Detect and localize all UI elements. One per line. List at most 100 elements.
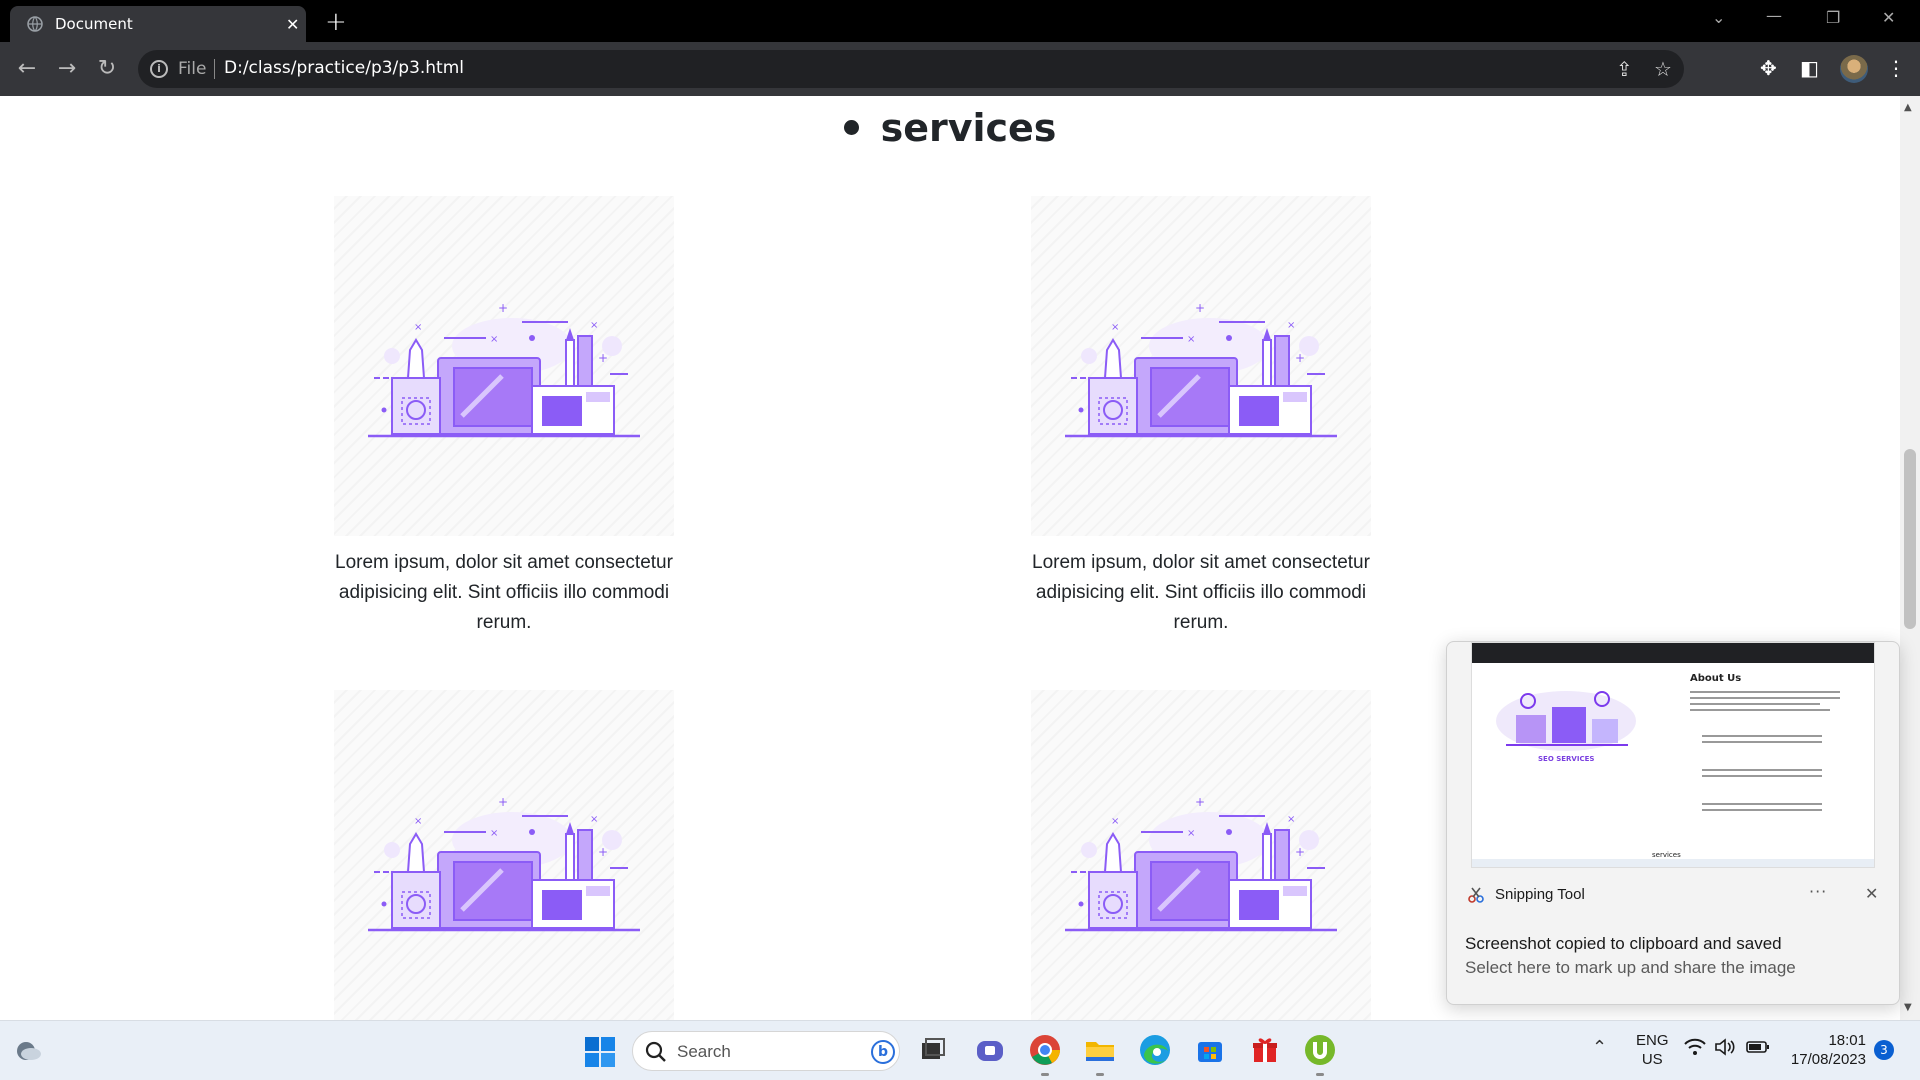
url-separator	[214, 59, 215, 79]
reload-button[interactable]: ↻	[92, 54, 122, 84]
toast-close-button[interactable]: ✕	[1865, 884, 1878, 903]
weather-icon[interactable]	[14, 1039, 42, 1063]
utorrent-icon[interactable]	[1303, 1033, 1337, 1067]
design-tools-illustration: × × × + +	[1031, 196, 1371, 536]
search-icon	[645, 1041, 666, 1062]
svg-text:×: ×	[1111, 322, 1119, 333]
browser-tab[interactable]: Document ✕	[10, 6, 306, 42]
language-secondary: US	[1641, 1051, 1663, 1068]
services-heading: services	[0, 106, 1900, 150]
service-card: × × × + +	[334, 690, 674, 1020]
toast-more-options-button[interactable]: ···	[1809, 882, 1827, 901]
preview-services-label: services	[1652, 851, 1681, 859]
design-tools-illustration: × × × + +	[1031, 690, 1371, 1020]
microsoft-store-icon[interactable]	[1193, 1033, 1227, 1067]
svg-text:+: +	[1195, 795, 1205, 809]
back-button[interactable]: ←	[12, 54, 42, 84]
new-tab-button[interactable]: +	[325, 7, 347, 37]
services-heading-text: services	[880, 106, 1057, 150]
screenshot-preview[interactable]: SEO SERVICES About Us services	[1471, 642, 1875, 868]
notification-badge[interactable]: 3	[1874, 1040, 1894, 1060]
svg-text:+: +	[498, 795, 508, 809]
toast-title: Screenshot copied to clipboard and saved	[1465, 934, 1782, 953]
svg-text:+: +	[1295, 845, 1305, 859]
input-language-indicator[interactable]: ENG US	[1636, 1031, 1669, 1069]
edge-icon[interactable]	[1138, 1033, 1172, 1067]
gift-app-icon[interactable]	[1248, 1033, 1282, 1067]
windows-start-icon[interactable]	[585, 1037, 615, 1067]
design-tools-illustration: × × × + +	[334, 690, 674, 1020]
svg-text:+: +	[598, 845, 608, 859]
svg-text:×: ×	[590, 320, 598, 331]
scroll-down-arrow-icon[interactable]: ▼	[1904, 1002, 1912, 1013]
service-card-text: Lorem ipsum, dolor sit amet consectetur …	[1032, 552, 1370, 633]
preview-browser-bar	[1472, 643, 1874, 663]
tab-close-button[interactable]: ✕	[286, 15, 299, 34]
url-scheme-label: File	[178, 59, 207, 79]
search-placeholder: Search	[677, 1042, 731, 1061]
bookmark-star-icon[interactable]: ☆	[1654, 57, 1672, 81]
svg-text:+: +	[1195, 301, 1205, 315]
battery-icon[interactable]	[1746, 1038, 1770, 1061]
toast-app-name: Snipping Tool	[1495, 886, 1585, 903]
tab-strip: Document ✕ + ⌄ — ❐ ✕	[0, 0, 1920, 42]
side-panel-icon[interactable]: ◧	[1800, 56, 1819, 80]
file-explorer-icon[interactable]	[1083, 1033, 1117, 1067]
svg-text:×: ×	[490, 334, 498, 345]
scroll-up-arrow-icon[interactable]: ▲	[1904, 102, 1912, 113]
system-clock[interactable]: 18:01 17/08/2023	[1782, 1031, 1866, 1069]
browser-toolbar: ← → ↻ i File D:/class/practice/p3/p3.htm…	[0, 42, 1920, 96]
running-indicator	[1041, 1073, 1049, 1076]
svg-text:×: ×	[1287, 814, 1295, 825]
bing-icon[interactable]: b	[871, 1040, 895, 1064]
svg-text:×: ×	[490, 828, 498, 839]
snipping-tool-notification[interactable]: SEO SERVICES About Us services Snipping …	[1446, 641, 1900, 1005]
clock-time: 18:01	[1828, 1032, 1866, 1049]
seo-illustration	[1496, 691, 1636, 751]
globe-icon	[27, 16, 43, 32]
tab-title: Document	[55, 15, 133, 33]
scrollbar-thumb[interactable]	[1904, 449, 1916, 629]
show-hidden-icons-chevron-icon[interactable]: ⌃	[1592, 1037, 1607, 1058]
svg-text:×: ×	[1111, 816, 1119, 827]
snipping-tool-icon	[1468, 887, 1484, 903]
restore-button[interactable]: ❐	[1826, 8, 1840, 27]
service-card: × × × + +	[1031, 690, 1371, 1020]
svg-text:+: +	[598, 351, 608, 365]
clock-date: 17/08/2023	[1790, 1051, 1866, 1068]
preview-seo-label: SEO SERVICES	[1538, 755, 1595, 763]
svg-text:×: ×	[414, 816, 422, 827]
tab-search-chevron-icon[interactable]: ⌄	[1712, 8, 1725, 27]
info-icon[interactable]: i	[150, 60, 168, 78]
url-text[interactable]: D:/class/practice/p3/p3.html	[224, 58, 464, 78]
profile-avatar[interactable]	[1840, 55, 1868, 83]
teams-chat-icon[interactable]	[973, 1033, 1007, 1067]
list-bullet	[843, 120, 859, 135]
toast-subtitle: Select here to mark up and share the ima…	[1465, 958, 1796, 977]
extensions-icon[interactable]: ✥	[1760, 56, 1777, 80]
page-scrollbar[interactable]: ▲ ▼	[1900, 96, 1920, 1020]
preview-about-heading: About Us	[1690, 673, 1742, 684]
svg-text:×: ×	[414, 322, 422, 333]
wifi-icon[interactable]	[1684, 1038, 1706, 1061]
service-card: × × × + + Lorem ipsum, dolor sit amet co…	[334, 196, 674, 638]
svg-text:×: ×	[590, 814, 598, 825]
volume-icon[interactable]	[1714, 1038, 1736, 1061]
svg-text:×: ×	[1187, 334, 1195, 345]
language-primary: ENG	[1636, 1032, 1669, 1049]
running-indicator	[1096, 1073, 1104, 1076]
address-bar[interactable]: i File D:/class/practice/p3/p3.html ⇪ ☆	[138, 50, 1684, 88]
minimize-button[interactable]: —	[1766, 6, 1782, 25]
svg-text:+: +	[1295, 351, 1305, 365]
chrome-icon[interactable]	[1028, 1033, 1062, 1067]
service-card-text: Lorem ipsum, dolor sit amet consectetur …	[335, 552, 673, 633]
service-card: × × × + + Lorem ipsum, dolor sit amet co…	[1031, 196, 1371, 638]
task-view-icon[interactable]	[916, 1033, 950, 1067]
close-window-button[interactable]: ✕	[1882, 8, 1895, 27]
preview-taskbar	[1472, 859, 1874, 867]
share-icon[interactable]: ⇪	[1616, 57, 1633, 81]
design-tools-illustration: × × × + +	[334, 196, 674, 536]
taskbar-search-box[interactable]: Search b	[632, 1031, 900, 1071]
menu-kebab-icon[interactable]: ⋮	[1886, 56, 1906, 80]
forward-button[interactable]: →	[52, 54, 82, 84]
